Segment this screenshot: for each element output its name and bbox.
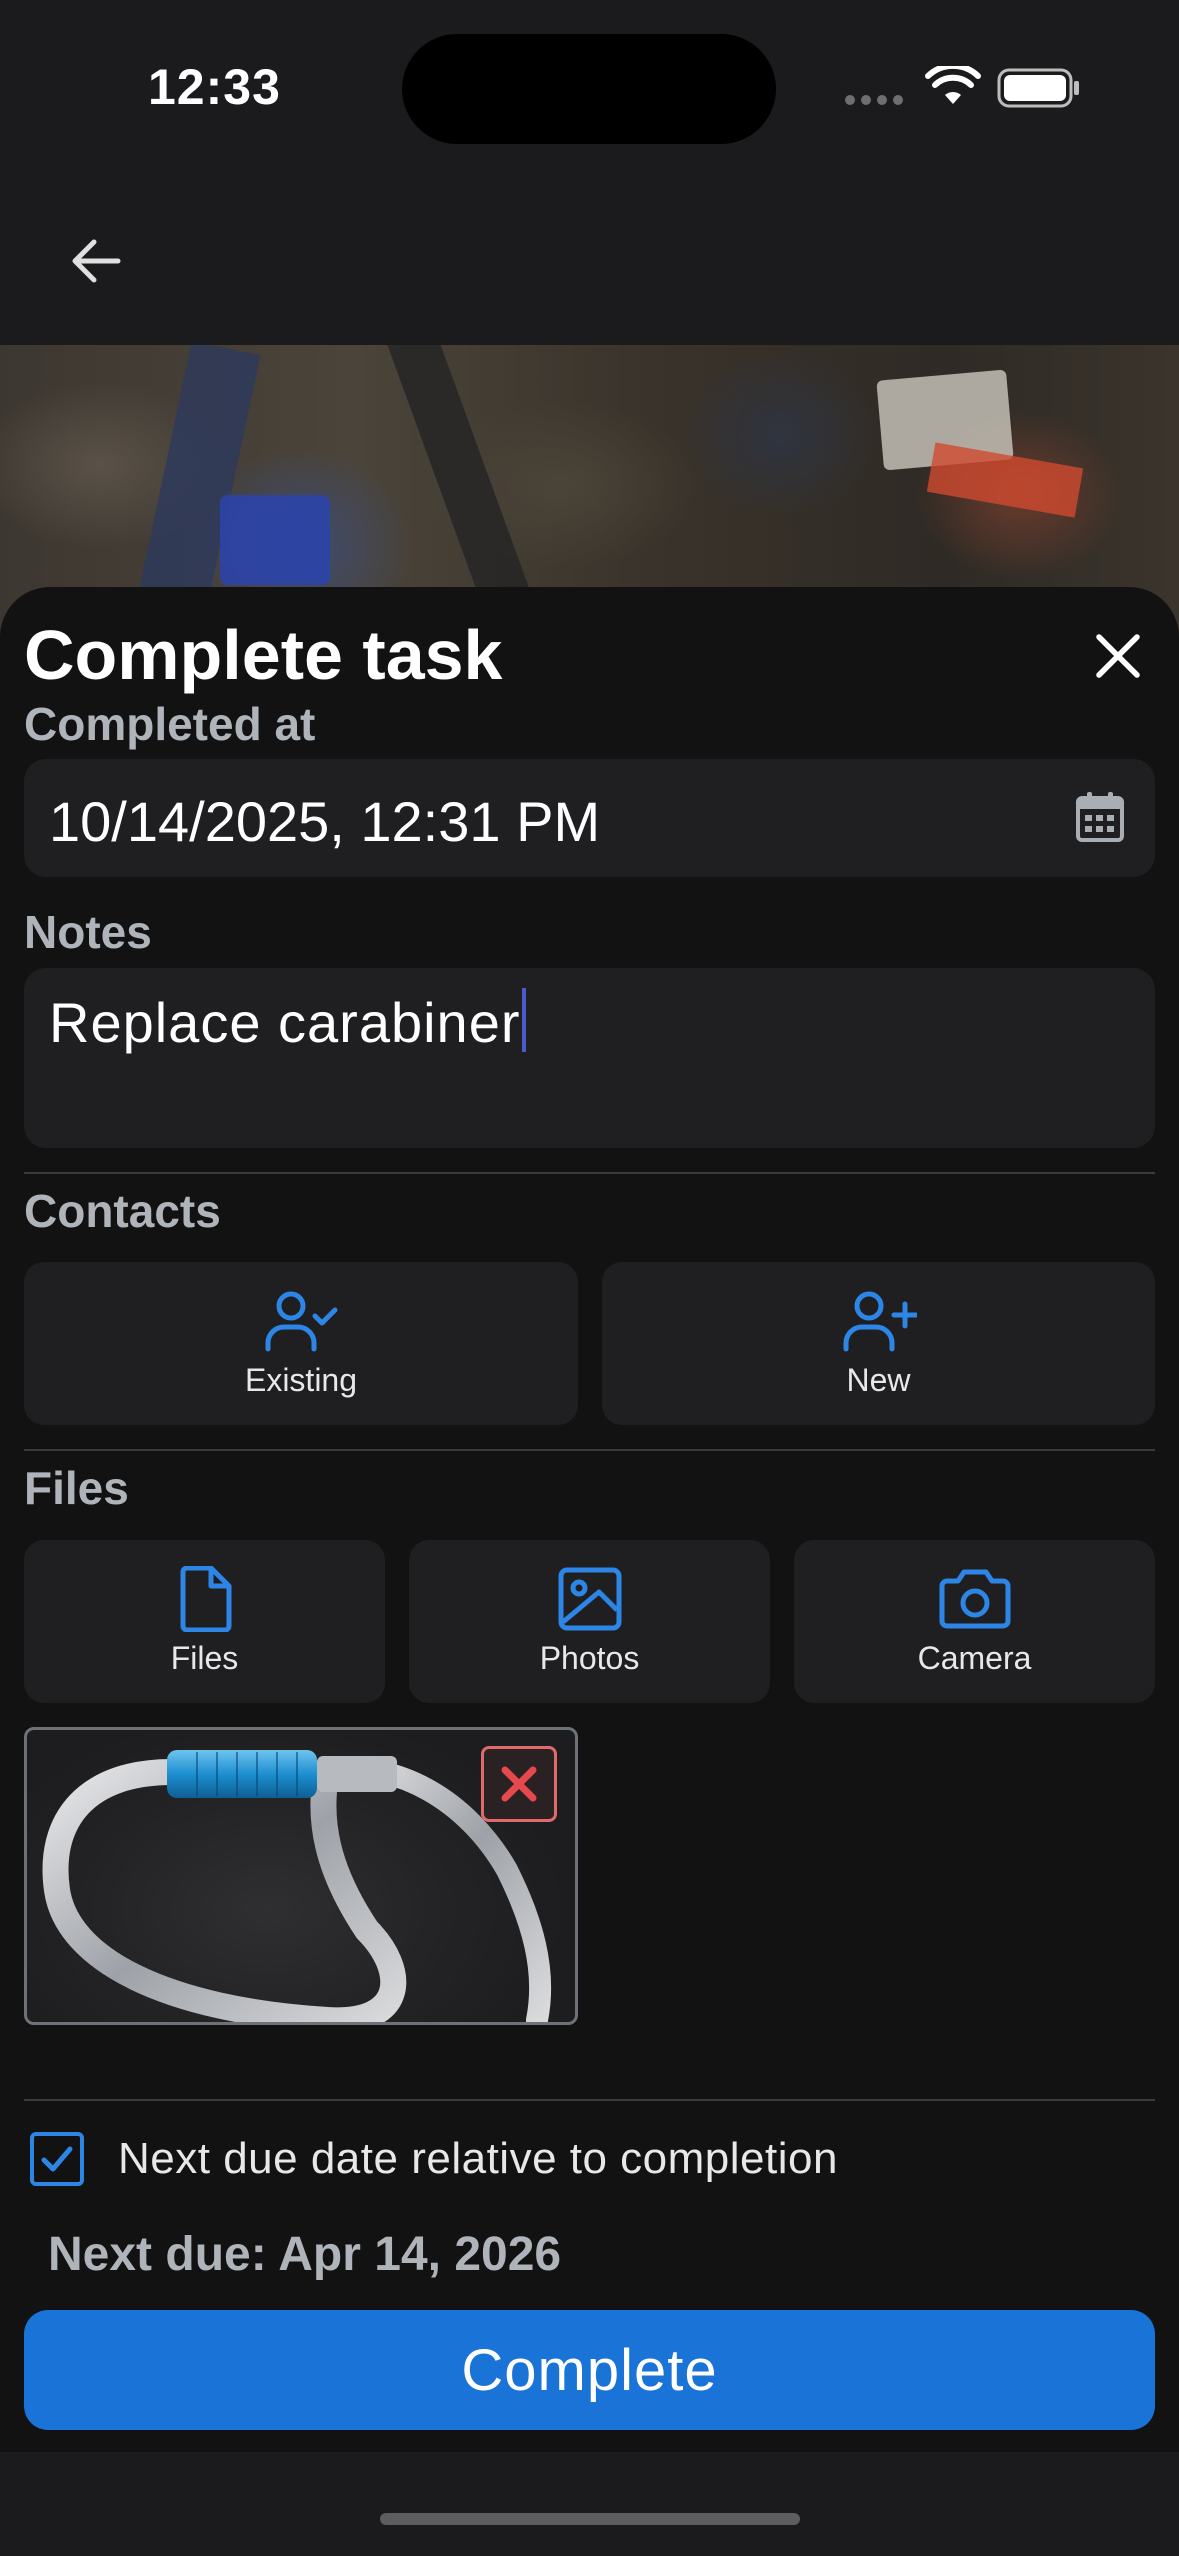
image-icon: [558, 1567, 621, 1631]
photos-button-label: Photos: [539, 1640, 640, 1676]
complete-task-sheet: Complete task Completed at 10/14/2025, 1…: [0, 587, 1179, 2452]
user-check-icon: [265, 1291, 338, 1352]
notes-label: Notes: [24, 906, 152, 958]
notes-field[interactable]: Replace carabiner: [24, 968, 1155, 1148]
completed-at-value: 10/14/2025, 12:31 PM: [49, 790, 601, 853]
text-caret: [522, 988, 527, 1052]
existing-contact-label: Existing: [244, 1362, 358, 1398]
camera-icon: [939, 1569, 1010, 1629]
calendar-icon[interactable]: [1075, 791, 1125, 843]
home-indicator: [380, 2513, 800, 2525]
relative-due-label: Next due date relative to completion: [118, 2134, 838, 2183]
close-icon: [1096, 634, 1140, 678]
completed-at-label: Completed at: [24, 698, 316, 750]
contacts-label: Contacts: [24, 1185, 221, 1237]
attachment-thumbnail[interactable]: [24, 1727, 578, 2025]
files-label: Files: [24, 1462, 129, 1514]
files-button[interactable]: Files: [24, 1540, 385, 1703]
divider: [24, 1172, 1155, 1174]
notes-value: Replace carabiner: [49, 991, 521, 1054]
arrow-left-icon: [72, 239, 121, 283]
next-due-text: Next due: Apr 14, 2026: [48, 2228, 562, 2281]
complete-button[interactable]: Complete: [24, 2310, 1155, 2430]
file-icon: [180, 1566, 231, 1632]
relative-due-checkbox-row[interactable]: Next due date relative to completion: [30, 2132, 838, 2186]
completed-at-field[interactable]: 10/14/2025, 12:31 PM: [24, 759, 1155, 877]
divider: [24, 2099, 1155, 2101]
nav-bar: [0, 175, 1179, 345]
user-plus-icon: [843, 1291, 917, 1352]
cellular-signal-icon: [845, 95, 903, 105]
remove-x-icon: [501, 1766, 537, 1802]
complete-button-label: Complete: [461, 2337, 718, 2403]
existing-contact-button[interactable]: Existing: [24, 1262, 578, 1425]
status-bar: 12:33: [0, 0, 1179, 175]
camera-button-label: Camera: [917, 1640, 1032, 1676]
back-button[interactable]: [60, 225, 132, 297]
status-time: 12:33: [148, 59, 281, 115]
files-button-label: Files: [170, 1640, 239, 1676]
photos-button[interactable]: Photos: [409, 1540, 770, 1703]
close-button[interactable]: [1085, 623, 1151, 689]
remove-attachment-button[interactable]: [481, 1746, 557, 1822]
battery-icon: [997, 68, 1079, 108]
divider: [24, 1449, 1155, 1451]
new-contact-button[interactable]: New: [602, 1262, 1155, 1425]
wifi-icon: [925, 66, 981, 104]
new-contact-label: New: [846, 1362, 911, 1398]
checkmark-icon: [41, 2146, 73, 2172]
notes-text-wrapper: Replace carabiner: [49, 988, 527, 1055]
dynamic-island: [402, 34, 776, 144]
bottom-safe-area: [0, 2452, 1179, 2556]
sheet-title: Complete task: [24, 616, 503, 694]
relative-due-checkbox[interactable]: [30, 2132, 84, 2186]
camera-button[interactable]: Camera: [794, 1540, 1155, 1703]
